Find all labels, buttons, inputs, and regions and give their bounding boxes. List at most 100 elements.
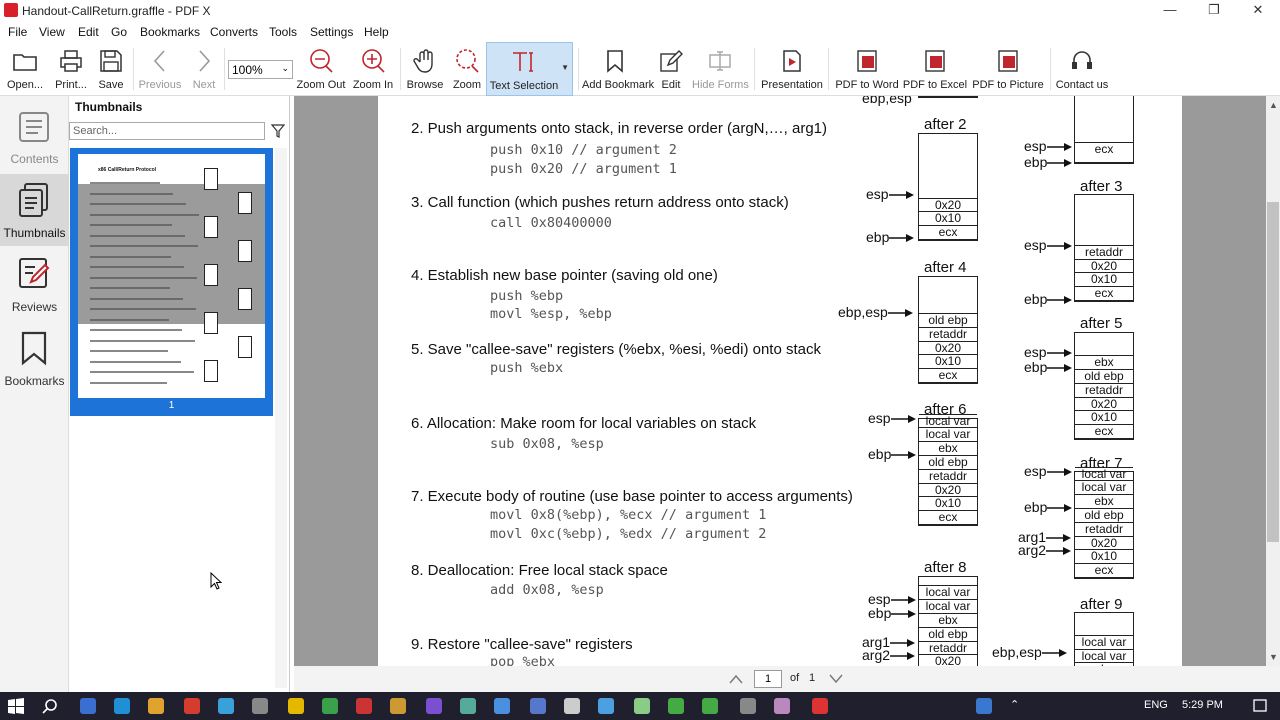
stack-pointer-label: ebp [866, 229, 915, 245]
notifications-icon[interactable] [1252, 698, 1268, 714]
taskbar-app-icon[interactable] [148, 698, 164, 714]
app-logo-icon [4, 3, 18, 17]
taskbar-app-icon[interactable] [740, 698, 756, 714]
clock[interactable]: 5:29 PM [1182, 699, 1223, 711]
taskbar-app-icon[interactable] [702, 698, 718, 714]
toolbar-divider [400, 48, 401, 90]
filter-icon[interactable] [271, 124, 285, 138]
next-button[interactable]: Next [186, 42, 222, 96]
tray-chevron-icon[interactable]: ⌃ [1010, 698, 1019, 711]
zoom-button[interactable]: Zoom [448, 42, 486, 96]
add-bookmark-button[interactable]: Add Bookmark [582, 42, 654, 96]
presentation-button[interactable]: Presentation [760, 42, 824, 96]
windows-start-icon[interactable] [8, 698, 24, 714]
search-icon[interactable] [42, 698, 58, 714]
thumbnail-line [90, 224, 172, 226]
scroll-down-icon[interactable]: ▼ [1269, 652, 1278, 662]
stack-cell: old ebp [919, 313, 977, 327]
taskbar-app-icon[interactable] [218, 698, 234, 714]
stack-cell: local var [1075, 648, 1133, 662]
taskbar-app-icon[interactable] [356, 698, 372, 714]
print-button[interactable]: Print... [50, 42, 92, 96]
browse-button[interactable]: Browse [404, 42, 446, 96]
code-line: add 0x08, %esp [490, 582, 604, 598]
zoom-level-select[interactable]: 100% ⌄ [228, 60, 293, 79]
stack-cell: old ebp [1075, 369, 1133, 383]
step-heading: 4. Establish new base pointer (saving ol… [411, 267, 718, 284]
taskbar-app-icon[interactable] [668, 698, 684, 714]
menu-help[interactable]: Help [364, 25, 389, 39]
stack-pointer-label: ebp [1024, 499, 1073, 515]
taskbar-app-icon[interactable] [530, 698, 546, 714]
nav-thumbnails[interactable]: Thumbnails [0, 174, 69, 246]
taskbar-app-icon[interactable] [634, 698, 650, 714]
menu-settings[interactable]: Settings [310, 25, 353, 39]
document-viewer[interactable]: 2. Push arguments onto stack, in reverse… [294, 96, 1266, 666]
save-button[interactable]: Save [92, 42, 130, 96]
menu-view[interactable]: View [39, 25, 65, 39]
vertical-scrollbar[interactable]: ▲ ▼ [1266, 96, 1280, 666]
zoom-out-button[interactable]: Zoom Out [296, 42, 346, 96]
taskbar-app-icon[interactable] [252, 698, 268, 714]
taskbar-app-icon[interactable] [80, 698, 96, 714]
stack-cell: ecx [919, 368, 977, 382]
zoom-in-button[interactable]: Zoom In [350, 42, 396, 96]
taskbar-app-icon[interactable] [390, 698, 406, 714]
taskbar-app-icon[interactable] [976, 698, 992, 714]
menu-bookmarks[interactable]: Bookmarks [140, 25, 200, 39]
taskbar-app-icon[interactable] [184, 698, 200, 714]
thumbnail-line [90, 276, 197, 279]
taskbar-app-icon[interactable] [564, 698, 580, 714]
menu-edit[interactable]: Edit [78, 25, 99, 39]
edit-label: Edit [661, 79, 681, 91]
close-button[interactable]: ✕ [1236, 0, 1280, 22]
page-up-icon[interactable] [728, 673, 744, 685]
taskbar-app-icon[interactable] [426, 698, 442, 714]
pointer-name: ebp,esp [992, 644, 1042, 660]
search-input[interactable]: Search... [69, 122, 265, 140]
pdf-to-word-button[interactable]: PDF to Word [834, 42, 900, 96]
maximize-button[interactable]: ❐ [1192, 0, 1236, 22]
thumbnail-scrollbar[interactable] [275, 148, 287, 688]
scroll-up-icon[interactable]: ▲ [1269, 100, 1278, 110]
taskbar-app-icon[interactable] [598, 698, 614, 714]
taskbar-app-icon[interactable] [114, 698, 130, 714]
step-heading: 3. Call function (which pushes return ad… [411, 194, 789, 211]
nav-bookmarks[interactable]: Bookmarks [0, 322, 69, 394]
page-thumbnail[interactable]: x86 Call/Return Protocol 1 [70, 148, 273, 416]
minimize-button[interactable]: — [1148, 0, 1192, 22]
edit-button[interactable]: Edit [654, 42, 688, 96]
nav-reviews[interactable]: Reviews [0, 248, 69, 320]
stack-cell: 0x20 [1075, 535, 1133, 549]
menu-go[interactable]: Go [111, 25, 127, 39]
page-down-icon[interactable] [828, 673, 844, 685]
taskbar-app-icon[interactable] [774, 698, 790, 714]
pointer-name: esp [868, 410, 891, 426]
taskbar-app-icon[interactable] [460, 698, 476, 714]
language-indicator[interactable]: ENG [1144, 699, 1168, 711]
menu-file[interactable]: File [8, 25, 27, 39]
taskbar-app-icon[interactable] [322, 698, 338, 714]
stack-cell: ecx [919, 510, 977, 524]
contact-us-button[interactable]: Contact us [1054, 42, 1110, 96]
dropdown-arrow-icon[interactable]: ▼ [561, 63, 569, 72]
stack-cell: retaddr [919, 640, 977, 654]
stack-title: after 4 [924, 259, 967, 276]
pdf-to-picture-button[interactable]: PDF to Picture [972, 42, 1044, 96]
page-number-input[interactable]: 1 [754, 670, 782, 688]
open-button[interactable]: Open... [4, 42, 46, 96]
pdf-to-excel-button[interactable]: PDF to Excel [902, 42, 968, 96]
thumbnail-line [90, 245, 198, 247]
taskbar-app-icon[interactable] [494, 698, 510, 714]
scrollbar-thumb[interactable] [1267, 202, 1279, 542]
code-line: push 0x20 // argument 1 [490, 161, 677, 177]
hide-forms-button[interactable]: Hide Forms [692, 42, 749, 96]
previous-button[interactable]: Previous [138, 42, 182, 96]
nav-contents[interactable]: Contents [0, 100, 69, 172]
menu-converts[interactable]: Converts [210, 25, 258, 39]
thumbnail-line [90, 297, 183, 300]
text-selection-button[interactable]: ▼ Text Selection [486, 42, 573, 96]
taskbar-app-icon[interactable] [288, 698, 304, 714]
menu-tools[interactable]: Tools [269, 25, 297, 39]
taskbar-app-icon[interactable] [812, 698, 828, 714]
